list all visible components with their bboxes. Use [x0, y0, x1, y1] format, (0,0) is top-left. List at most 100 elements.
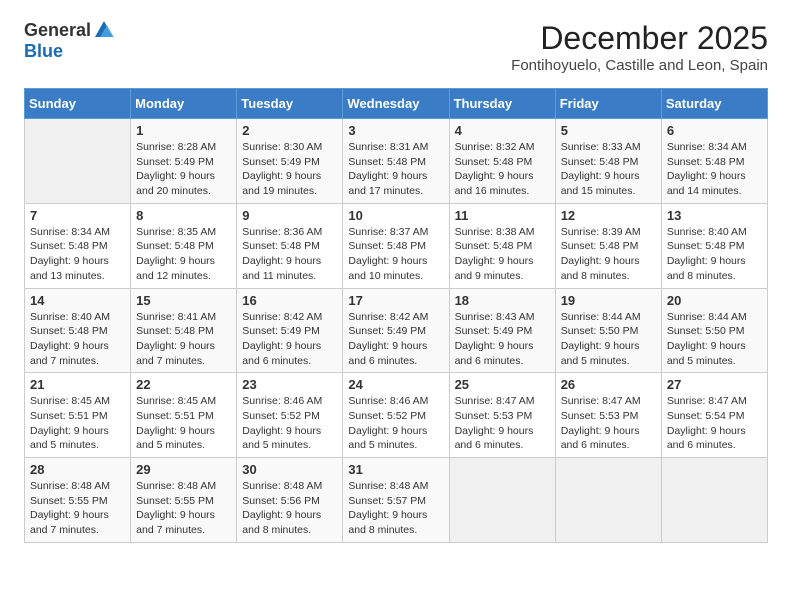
calendar-cell: 8Sunrise: 8:35 AMSunset: 5:48 PMDaylight… — [131, 203, 237, 288]
day-number: 16 — [242, 293, 337, 308]
logo-blue-text: Blue — [24, 41, 63, 62]
title-area: December 2025 Fontihoyuelo, Castille and… — [511, 20, 768, 74]
day-number: 18 — [455, 293, 550, 308]
day-number: 14 — [30, 293, 125, 308]
day-number: 29 — [136, 462, 231, 477]
day-info: Sunrise: 8:40 AMSunset: 5:48 PMDaylight:… — [30, 310, 125, 369]
calendar-cell: 12Sunrise: 8:39 AMSunset: 5:48 PMDayligh… — [555, 203, 661, 288]
calendar-cell: 11 Sunrise: 8:38 AMSunset: 5:48 PMDayligh… — [449, 203, 555, 288]
calendar-cell: 19Sunrise: 8:44 AMSunset: 5:50 PMDayligh… — [555, 288, 661, 373]
header: General Blue December 2025 Fontihoyuelo,… — [24, 20, 768, 74]
calendar-cell: 7Sunrise: 8:34 AMSunset: 5:48 PMDaylight… — [25, 203, 131, 288]
calendar-header-row: SundayMondayTuesdayWednesdayThursdayFrid… — [25, 89, 768, 119]
location-subtitle: Fontihoyuelo, Castille and Leon, Spain — [511, 57, 768, 74]
calendar-cell — [555, 458, 661, 543]
day-info: Sunrise: 8:47 AMSunset: 5:54 PMDaylight:… — [667, 394, 762, 453]
day-info: Sunrise: 8:46 AMSunset: 5:52 PMDaylight:… — [348, 394, 443, 453]
day-number: 13 — [667, 208, 762, 223]
day-number: 1 — [136, 123, 231, 138]
header-wednesday: Wednesday — [343, 89, 449, 119]
day-info: Sunrise: 8:47 AMSunset: 5:53 PMDaylight:… — [561, 394, 656, 453]
calendar-cell: 21 Sunrise: 8:45 AMSunset: 5:51 PMDayligh… — [25, 373, 131, 458]
day-info: Sunrise: 8:48 AMSunset: 5:56 PMDaylight:… — [242, 479, 337, 538]
calendar-cell: 28 Sunrise: 8:48 AMSunset: 5:55 PMDayligh… — [25, 458, 131, 543]
day-number: 27 — [667, 377, 762, 392]
day-number: 26 — [561, 377, 656, 392]
day-number: 6 — [667, 123, 762, 138]
calendar-cell: 25 Sunrise: 8:47 AMSunset: 5:53 PMDayligh… — [449, 373, 555, 458]
calendar-cell — [661, 458, 767, 543]
calendar-cell: 18 Sunrise: 8:43 AMSunset: 5:49 PMDayligh… — [449, 288, 555, 373]
calendar-cell — [25, 119, 131, 204]
day-number: 12 — [561, 208, 656, 223]
day-number: 19 — [561, 293, 656, 308]
day-number: 30 — [242, 462, 337, 477]
day-number: 21 — [30, 377, 125, 392]
logo-icon — [93, 19, 115, 41]
calendar-cell: 1 Sunrise: 8:28 AMSunset: 5:49 PMDaylight… — [131, 119, 237, 204]
day-number: 31 — [348, 462, 443, 477]
day-info: Sunrise: 8:41 AMSunset: 5:48 PMDaylight:… — [136, 310, 231, 369]
day-info: Sunrise: 8:35 AMSunset: 5:48 PMDaylight:… — [136, 225, 231, 284]
week-row-5: 28 Sunrise: 8:48 AMSunset: 5:55 PMDayligh… — [25, 458, 768, 543]
day-info: Sunrise: 8:44 AMSunset: 5:50 PMDaylight:… — [667, 310, 762, 369]
day-info: Sunrise: 8:43 AMSunset: 5:49 PMDaylight:… — [455, 310, 550, 369]
day-info: Sunrise: 8:30 AMSunset: 5:49 PMDaylight:… — [242, 140, 337, 199]
day-info: Sunrise: 8:45 AMSunset: 5:51 PMDaylight:… — [30, 394, 125, 453]
header-thursday: Thursday — [449, 89, 555, 119]
day-info: Sunrise: 8:46 AMSunset: 5:52 PMDaylight:… — [242, 394, 337, 453]
day-info: Sunrise: 8:42 AMSunset: 5:49 PMDaylight:… — [242, 310, 337, 369]
month-title: December 2025 — [511, 20, 768, 57]
day-number: 17 — [348, 293, 443, 308]
day-number: 7 — [30, 208, 125, 223]
calendar-cell: 6Sunrise: 8:34 AMSunset: 5:48 PMDaylight… — [661, 119, 767, 204]
calendar-cell: 16 Sunrise: 8:42 AMSunset: 5:49 PMDayligh… — [237, 288, 343, 373]
header-friday: Friday — [555, 89, 661, 119]
calendar-cell: 15 Sunrise: 8:41 AMSunset: 5:48 PMDayligh… — [131, 288, 237, 373]
day-info: Sunrise: 8:48 AMSunset: 5:55 PMDaylight:… — [30, 479, 125, 538]
day-info: Sunrise: 8:48 AMSunset: 5:57 PMDaylight:… — [348, 479, 443, 538]
calendar-cell: 3 Sunrise: 8:31 AMSunset: 5:48 PMDaylight… — [343, 119, 449, 204]
week-row-2: 7Sunrise: 8:34 AMSunset: 5:48 PMDaylight… — [25, 203, 768, 288]
calendar-cell: 5Sunrise: 8:33 AMSunset: 5:48 PMDaylight… — [555, 119, 661, 204]
calendar-cell: 20 Sunrise: 8:44 AMSunset: 5:50 PMDayligh… — [661, 288, 767, 373]
week-row-4: 21 Sunrise: 8:45 AMSunset: 5:51 PMDayligh… — [25, 373, 768, 458]
week-row-3: 14 Sunrise: 8:40 AMSunset: 5:48 PMDayligh… — [25, 288, 768, 373]
calendar-cell: 31 Sunrise: 8:48 AMSunset: 5:57 PMDayligh… — [343, 458, 449, 543]
calendar-cell: 9Sunrise: 8:36 AMSunset: 5:48 PMDaylight… — [237, 203, 343, 288]
calendar-cell: 23 Sunrise: 8:46 AMSunset: 5:52 PMDayligh… — [237, 373, 343, 458]
calendar-cell: 17 Sunrise: 8:42 AMSunset: 5:49 PMDayligh… — [343, 288, 449, 373]
day-number: 28 — [30, 462, 125, 477]
day-info: Sunrise: 8:31 AMSunset: 5:48 PMDaylight:… — [348, 140, 443, 199]
day-number: 22 — [136, 377, 231, 392]
day-info: Sunrise: 8:32 AMSunset: 5:48 PMDaylight:… — [455, 140, 550, 199]
calendar-cell: 10 Sunrise: 8:37 AMSunset: 5:48 PMDayligh… — [343, 203, 449, 288]
day-info: Sunrise: 8:37 AMSunset: 5:48 PMDaylight:… — [348, 225, 443, 284]
calendar-cell — [449, 458, 555, 543]
day-info: Sunrise: 8:38 AMSunset: 5:48 PMDaylight:… — [455, 225, 550, 284]
day-info: Sunrise: 8:40 AMSunset: 5:48 PMDaylight:… — [667, 225, 762, 284]
day-number: 4 — [455, 123, 550, 138]
day-info: Sunrise: 8:33 AMSunset: 5:48 PMDaylight:… — [561, 140, 656, 199]
day-info: Sunrise: 8:47 AMSunset: 5:53 PMDaylight:… — [455, 394, 550, 453]
day-info: Sunrise: 8:45 AMSunset: 5:51 PMDaylight:… — [136, 394, 231, 453]
calendar-cell: 22 Sunrise: 8:45 AMSunset: 5:51 PMDayligh… — [131, 373, 237, 458]
week-row-1: 1 Sunrise: 8:28 AMSunset: 5:49 PMDaylight… — [25, 119, 768, 204]
calendar-cell: 2Sunrise: 8:30 AMSunset: 5:49 PMDaylight… — [237, 119, 343, 204]
calendar-cell: 4 Sunrise: 8:32 AMSunset: 5:48 PMDaylight… — [449, 119, 555, 204]
day-number: 11 — [455, 208, 550, 223]
calendar-cell: 29Sunrise: 8:48 AMSunset: 5:55 PMDayligh… — [131, 458, 237, 543]
day-number: 9 — [242, 208, 337, 223]
logo: General Blue — [24, 20, 115, 62]
day-number: 10 — [348, 208, 443, 223]
header-sunday: Sunday — [25, 89, 131, 119]
day-number: 23 — [242, 377, 337, 392]
day-number: 25 — [455, 377, 550, 392]
day-number: 20 — [667, 293, 762, 308]
calendar-cell: 26 Sunrise: 8:47 AMSunset: 5:53 PMDayligh… — [555, 373, 661, 458]
day-number: 15 — [136, 293, 231, 308]
day-info: Sunrise: 8:42 AMSunset: 5:49 PMDaylight:… — [348, 310, 443, 369]
day-number: 3 — [348, 123, 443, 138]
day-info: Sunrise: 8:28 AMSunset: 5:49 PMDaylight:… — [136, 140, 231, 199]
header-tuesday: Tuesday — [237, 89, 343, 119]
